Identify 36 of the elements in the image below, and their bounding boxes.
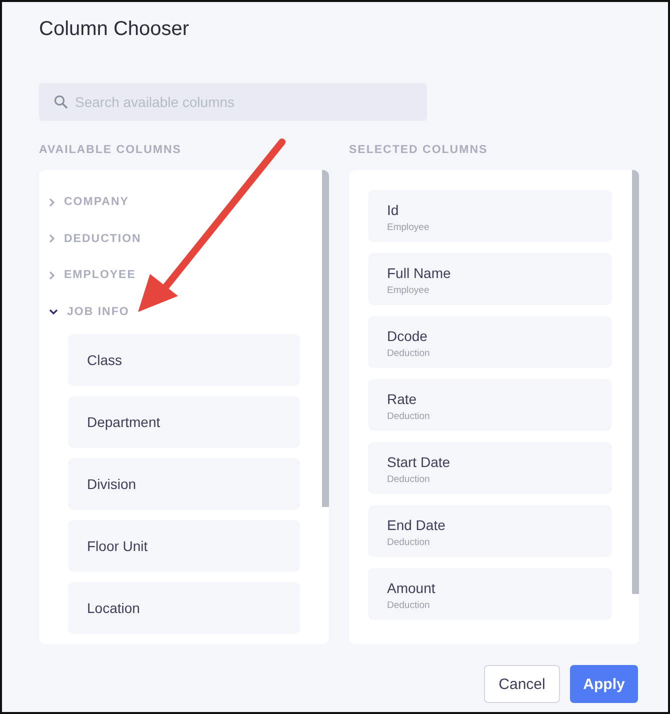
chevron-right-icon xyxy=(49,270,55,280)
column-name: Rate xyxy=(387,391,418,407)
column-group: Deduction xyxy=(387,537,593,548)
chevron-right-icon xyxy=(49,234,55,244)
column-name: Dcode xyxy=(387,328,428,344)
chevron-down-icon xyxy=(49,308,58,315)
column-group: Employee xyxy=(387,222,593,233)
column-name: Full Name xyxy=(387,265,452,281)
column-name: Amount xyxy=(387,580,436,596)
column-item[interactable]: Class xyxy=(68,334,300,386)
selected-column-card[interactable]: Full Name Employee xyxy=(368,253,612,305)
apply-button[interactable]: Apply xyxy=(570,665,638,703)
column-item[interactable]: Location xyxy=(68,582,300,634)
column-item[interactable]: Floor Unit xyxy=(68,520,300,572)
chevron-right-icon xyxy=(49,198,55,207)
column-item[interactable]: Division xyxy=(68,458,300,510)
section-heading: SELECTED COLUMNS xyxy=(349,143,489,158)
selected-column-card[interactable]: Id Employee xyxy=(368,190,612,242)
column-item[interactable]: Department xyxy=(68,396,300,448)
cancel-button[interactable]: Cancel xyxy=(484,665,560,703)
column-group: Employee xyxy=(387,285,593,296)
selected-column-card[interactable]: Rate Deduction xyxy=(368,379,612,431)
column-group: Deduction xyxy=(387,348,593,359)
selected-column-card[interactable]: Dcode Deduction xyxy=(368,316,612,368)
dialog-title: Column Chooser xyxy=(39,17,190,42)
section-heading: AVAILABLE COLUMNS xyxy=(39,143,182,158)
selected-column-card[interactable]: Start Date Deduction xyxy=(368,442,612,494)
column-name: End Date xyxy=(387,517,446,533)
search-icon xyxy=(54,95,68,109)
column-name: Id xyxy=(387,202,400,218)
column-group: Deduction xyxy=(387,474,593,485)
selected-column-card[interactable]: Amount Deduction xyxy=(368,568,612,620)
column-group: Deduction xyxy=(387,600,593,611)
column-name: Start Date xyxy=(387,454,452,470)
selected-column-card[interactable]: End Date Deduction xyxy=(368,505,612,557)
column-group: Deduction xyxy=(387,411,593,422)
